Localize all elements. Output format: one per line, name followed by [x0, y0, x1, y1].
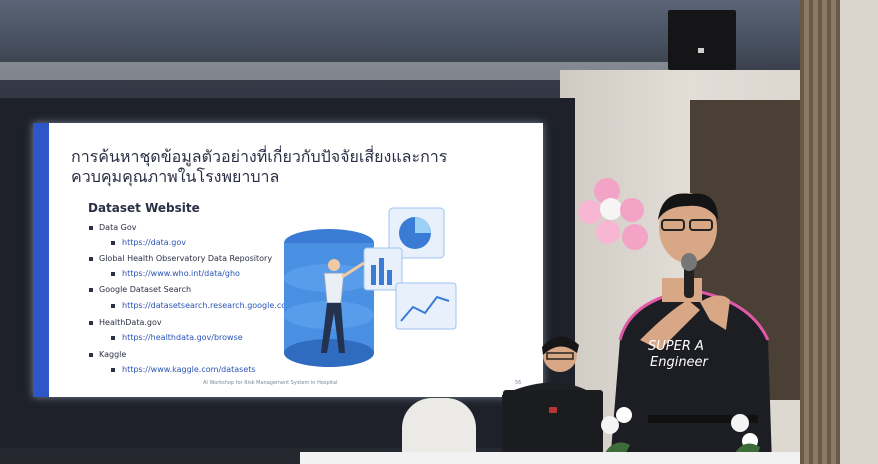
table-edge — [300, 452, 800, 464]
list-item: HealthData.gov — [89, 318, 162, 327]
bullet-icon — [89, 225, 93, 230]
dataset-website-heading: Dataset Website — [88, 201, 200, 215]
bullet-icon — [89, 256, 93, 261]
dataset-url: https://data.gov — [122, 238, 186, 247]
slide-footer: AI Workshop for Risk Management System i… — [203, 380, 338, 386]
bullet-icon — [89, 320, 93, 325]
projected-slide: การค้นหาชุดข้อมูลตัวอย่างที่เกี่ยวกับปัจ… — [33, 123, 543, 397]
dataset-name: Global Health Observatory Data Repositor… — [99, 254, 273, 263]
dataset-url: https://healthdata.gov/browse — [122, 333, 243, 342]
dataset-url: https://www.kaggle.com/datasets — [122, 365, 256, 374]
list-item-link: https://data.gov — [111, 238, 186, 247]
bullet-icon — [89, 287, 93, 292]
data-analytics-illustration — [284, 207, 457, 367]
list-item: Kaggle — [89, 350, 126, 359]
list-item-link: https://datasetsearch.research.google.co… — [111, 301, 294, 310]
slide-title: การค้นหาชุดข้อมูลตัวอย่างที่เกี่ยวกับปัจ… — [71, 147, 511, 187]
laptop-logo — [549, 407, 557, 413]
bullet-icon — [111, 271, 115, 276]
slide-title-line-1: การค้นหาชุดข้อมูลตัวอย่างที่เกี่ยวกับปัจ… — [71, 147, 448, 166]
conference-room-photo: การค้นหาชุดข้อมูลตัวอย่างที่เกี่ยวกับปัจ… — [0, 0, 878, 464]
dataset-url: https://datasetsearch.research.google.co… — [122, 301, 294, 310]
list-item-link: https://www.kaggle.com/datasets — [111, 365, 256, 374]
dataset-name: Kaggle — [99, 350, 127, 359]
list-item: Google Dataset Search — [89, 285, 191, 294]
bullet-icon — [111, 335, 115, 340]
ceiling — [0, 0, 878, 70]
wood-pillar — [800, 0, 840, 464]
loudspeaker — [668, 10, 736, 70]
speaker-logo — [698, 48, 704, 53]
list-item: Data Gov — [89, 223, 136, 232]
list-item-link: https://www.who.int/data/gho — [111, 269, 240, 278]
list-item-link: https://healthdata.gov/browse — [111, 333, 243, 342]
dataset-name: Google Dataset Search — [99, 285, 192, 294]
slide-title-line-2: ควบคุมคุณภาพในโรงพยาบาล — [71, 167, 280, 186]
laptop — [503, 390, 603, 454]
shirt-text-line-2: Engineer — [650, 355, 710, 370]
shirt-text-line-1: SUPER A — [648, 339, 704, 354]
bullet-icon — [111, 303, 115, 308]
bullet-icon — [111, 240, 115, 245]
wall-panel — [840, 0, 878, 464]
slide-accent-bar — [33, 123, 49, 397]
list-item: Global Health Observatory Data Repositor… — [89, 254, 272, 263]
bullet-icon — [111, 367, 115, 372]
dataset-name: Data Gov — [99, 223, 137, 232]
dataset-name: HealthData.gov — [99, 318, 162, 327]
flower-arrangement — [590, 375, 765, 464]
dataset-url: https://www.who.int/data/gho — [122, 269, 240, 278]
bullet-icon — [89, 352, 93, 357]
